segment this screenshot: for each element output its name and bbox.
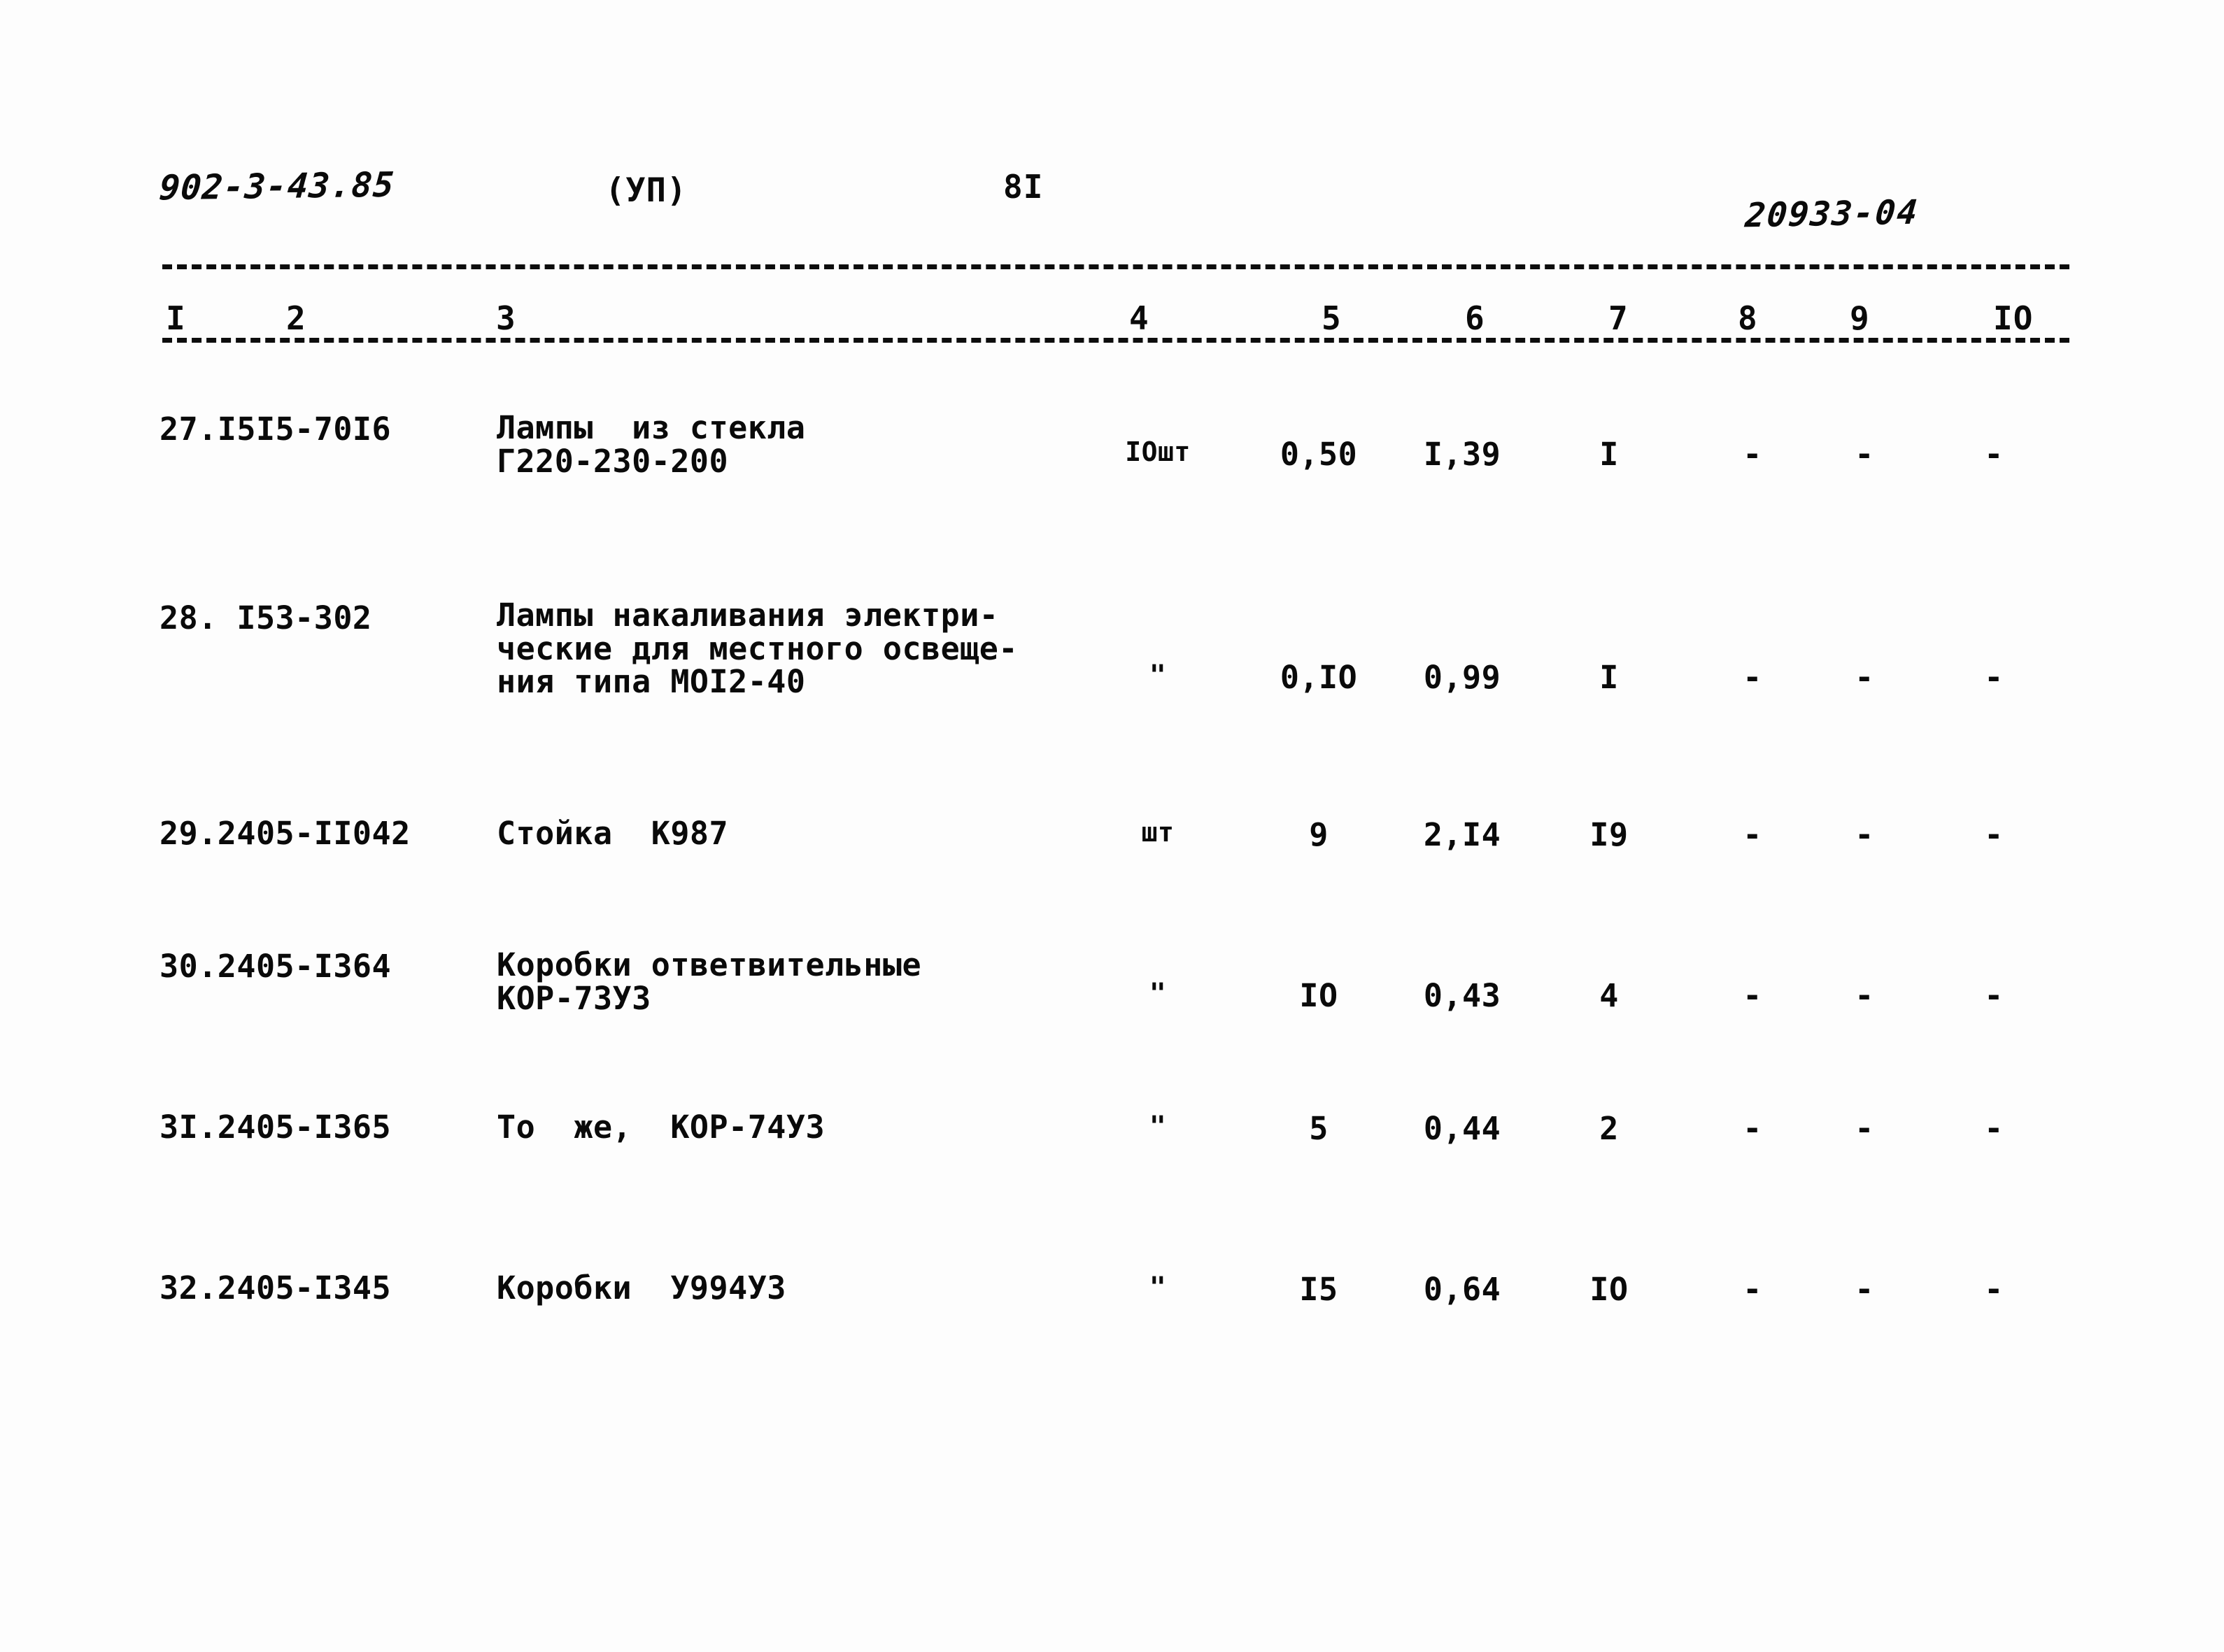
page-header: 902-3-43.85 (УП) 8I 20933-04 (0, 0, 2224, 259)
row-item-description: Лампы из стекла Г220-230-200 (497, 409, 806, 480)
row-unit-value: " (1149, 1111, 1167, 1143)
table-top-rule (162, 264, 2069, 269)
column-number-8: 8 (1731, 302, 1764, 334)
column-number-2: 2 (280, 302, 313, 334)
row-c5-value: 5 (1309, 1110, 1329, 1147)
row-c9-value: - (1855, 816, 1874, 853)
row-unit-value: IOшт (1125, 436, 1191, 467)
row-c9-value: - (1855, 659, 1874, 696)
row-c8-value: - (1743, 816, 1762, 853)
row-c5-value: 0,IO (1280, 659, 1358, 696)
row-c8-value: - (1743, 659, 1762, 696)
row-c5-value: 0,50 (1280, 436, 1358, 473)
row-c10-value: - (1984, 436, 2004, 473)
row-c6-value: 0,44 (1423, 1110, 1501, 1147)
row-unit-value: шт (1141, 817, 1175, 848)
column-number-10: IO (1987, 302, 2040, 334)
document-page: 902-3-43.85 (УП) 8I 20933-04 I 2 3 4 5 6 7 8 9 IO… (0, 0, 2224, 1652)
row-c6-value: 0,43 (1423, 977, 1501, 1014)
row-c10-value: - (1984, 659, 2004, 696)
row-c9-value: - (1855, 436, 1874, 473)
row-c5-value: 9 (1309, 816, 1329, 853)
row-item-description: То же, КОР-74УЗ (497, 1109, 826, 1146)
document-code: 902-3-43.85 (157, 164, 396, 208)
row-item-description: Лампы накаливания электри- ческие для ме… (497, 597, 1018, 701)
column-number-9: 9 (1843, 302, 1876, 334)
row-item-description: Коробки У994УЗ (497, 1269, 786, 1306)
row-c9-value: - (1855, 1110, 1874, 1147)
column-number-5: 5 (1315, 302, 1348, 334)
row-unit-value: " (1149, 1272, 1167, 1304)
row-c9-value: - (1855, 1271, 1874, 1308)
column-number-3: 3 (490, 302, 523, 334)
column-number-4: 4 (1123, 302, 1156, 334)
row-c5-value: I5 (1299, 1271, 1338, 1308)
row-unit-value: " (1149, 978, 1167, 1010)
row-item-code: 3I.2405-I365 (160, 1109, 392, 1146)
row-c8-value: - (1743, 977, 1762, 1014)
row-c10-value: - (1984, 816, 2004, 853)
column-number-7: 7 (1602, 302, 1635, 334)
row-c6-value: 2,I4 (1423, 816, 1501, 853)
section-label: (УП) (605, 171, 688, 210)
row-c5-value: IO (1299, 977, 1338, 1014)
row-c7-value: I (1599, 436, 1619, 473)
row-item-code: 30.2405-I364 (160, 948, 392, 985)
sheet-code: 20933-04 (1743, 192, 1920, 236)
table-header-rule (162, 338, 2069, 343)
row-c7-value: I9 (1589, 816, 1629, 853)
row-item-code: 32.2405-I345 (160, 1269, 392, 1306)
row-unit-value: " (1149, 660, 1167, 692)
row-c7-value: IO (1589, 1271, 1629, 1308)
row-c7-value: 2 (1599, 1110, 1619, 1147)
column-number-1: I (160, 302, 192, 334)
row-c7-value: I (1599, 659, 1619, 696)
row-c8-value: - (1743, 1110, 1762, 1147)
row-c6-value: 0,64 (1423, 1271, 1501, 1308)
row-c6-value: 0,99 (1423, 659, 1501, 696)
row-item-code: 27.I5I5-70I6 (160, 411, 392, 448)
column-number-6: 6 (1459, 302, 1492, 334)
row-c7-value: 4 (1599, 977, 1619, 1014)
row-item-description: Стойка К987 (497, 815, 729, 852)
row-c10-value: - (1984, 1110, 2004, 1147)
row-item-description: Коробки ответвительные КОР-73УЗ (497, 946, 922, 1017)
row-item-code: 29.2405-II042 (160, 815, 411, 852)
row-item-code: 28. I53-302 (160, 599, 372, 636)
row-c6-value: I,39 (1423, 436, 1501, 473)
row-c9-value: - (1855, 977, 1874, 1014)
row-c8-value: - (1743, 436, 1762, 473)
page-number: 8I (1003, 168, 1044, 206)
row-c10-value: - (1984, 977, 2004, 1014)
row-c8-value: - (1743, 1271, 1762, 1308)
row-c10-value: - (1984, 1271, 2004, 1308)
